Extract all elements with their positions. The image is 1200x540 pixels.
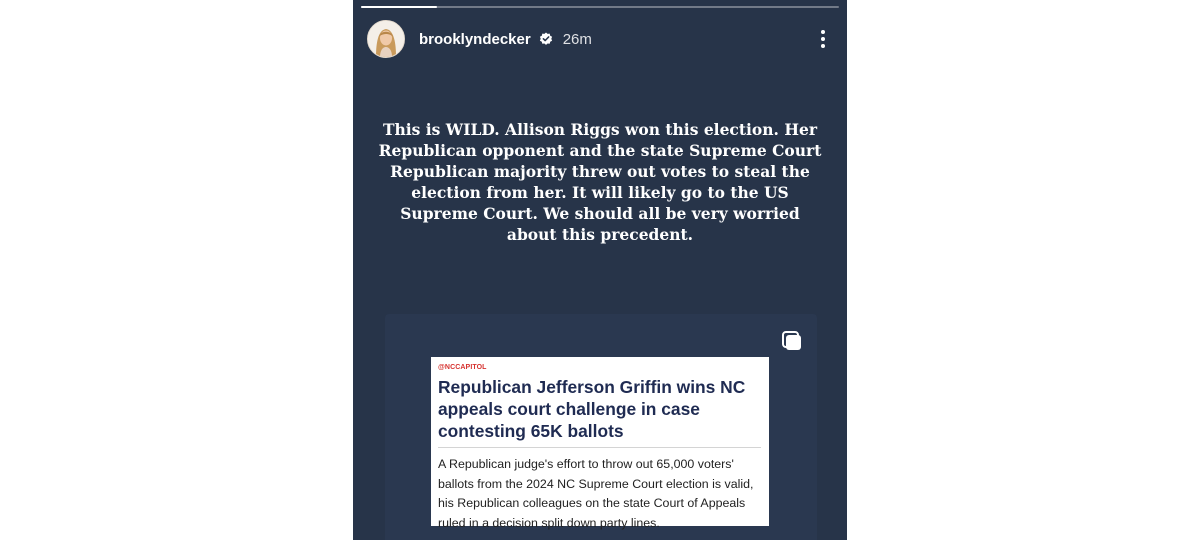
story-header: brooklyndecker 26m [367, 20, 833, 58]
article-kicker: @NCCAPITOL [438, 364, 487, 371]
avatar[interactable] [367, 20, 405, 58]
story-view[interactable]: brooklyndecker 26m This is WILD. Allison… [353, 0, 847, 540]
post-time: 26m [562, 30, 592, 48]
repost-icon[interactable] [780, 329, 804, 353]
article-divider [438, 447, 761, 448]
more-vertical-icon[interactable] [813, 27, 833, 51]
story-caption: This is WILD. Allison Riggs won this ele… [378, 120, 822, 244]
article-headline: Republican Jefferson Griffin wins NC app… [438, 377, 746, 441]
verified-badge-icon [539, 32, 552, 45]
story-progress-bar [361, 6, 839, 8]
username[interactable]: brooklyndecker [419, 31, 531, 48]
shared-article[interactable]: @NCCAPITOL Republican Jefferson Griffin … [431, 357, 769, 530]
article-summary: A Republican judge's effort to throw out… [438, 457, 754, 530]
story-progress-fill [361, 6, 438, 8]
